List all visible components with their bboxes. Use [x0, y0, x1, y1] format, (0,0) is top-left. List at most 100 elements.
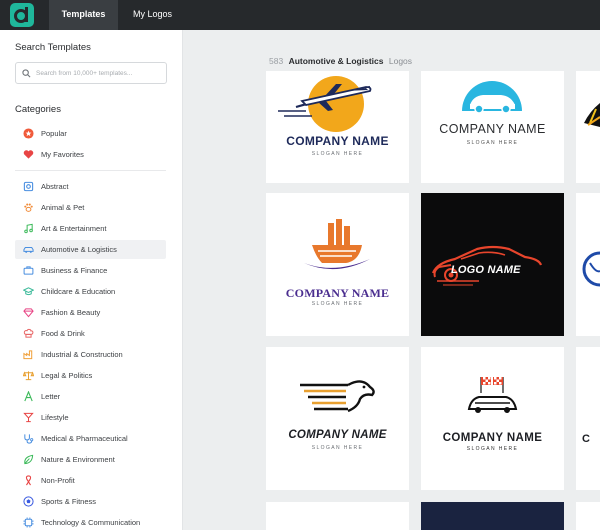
- logo-template-card[interactable]: [421, 502, 564, 530]
- category-lifestyle[interactable]: Lifestyle: [15, 408, 166, 427]
- category-my-favorites[interactable]: My Favorites: [15, 145, 166, 164]
- racing-flags-car-logo-icon: [467, 377, 518, 413]
- letter-a-icon: [24, 391, 33, 402]
- card-company-name: COMPANY NAME: [442, 432, 543, 444]
- category-label: Lifestyle: [41, 413, 69, 422]
- card-company-name: LOGO NAME: [451, 264, 521, 276]
- card-company-name: COMPANY NAME: [288, 429, 387, 441]
- cocktail-icon: [23, 412, 34, 423]
- category-childcare-education[interactable]: Childcare & Education: [15, 282, 166, 301]
- category-nature-environment[interactable]: Nature & Environment: [15, 450, 166, 469]
- card-company-name: COMPANY NAME: [286, 134, 389, 148]
- speed-eagle-logo-icon: [300, 380, 375, 413]
- card-company-name: COMPANY NAME: [285, 286, 390, 300]
- logo-template-card[interactable]: [576, 193, 600, 336]
- star-badge-icon: [23, 128, 34, 139]
- stethoscope-icon: [24, 434, 34, 444]
- logo-template-card[interactable]: [576, 502, 600, 530]
- diamond-icon: [23, 308, 34, 318]
- category-label: Sports & Fitness: [41, 497, 97, 506]
- category-label: Animal & Pet: [41, 203, 85, 212]
- category-label: Popular: [41, 129, 67, 138]
- category-sports-fitness[interactable]: Sports & Fitness: [15, 492, 166, 511]
- results-category: Automotive & Logistics: [288, 56, 384, 66]
- category-label: Non-Profit: [41, 476, 75, 485]
- chip-icon: [23, 517, 34, 528]
- category-label: Fashion & Beauty: [41, 308, 101, 317]
- road-logo-partial-icon: [584, 103, 600, 127]
- card-slogan: SLOGAN HERE: [311, 151, 364, 157]
- category-label: Letter: [41, 392, 61, 401]
- category-label: Art & Entertainment: [41, 224, 107, 233]
- category-label: Medical & Pharmaceutical: [41, 434, 128, 443]
- logo-template-card[interactable]: COMPANY NAME SLOGAN HERE: [421, 71, 564, 183]
- category-food-drink[interactable]: Food & Drink: [15, 324, 166, 343]
- tab-templates[interactable]: Templates: [49, 0, 118, 30]
- category-label: Automotive & Logistics: [41, 245, 117, 254]
- logo-template-card[interactable]: C: [576, 347, 600, 490]
- category-popular[interactable]: Popular: [15, 124, 166, 143]
- category-medical-pharmaceutical[interactable]: Medical & Pharmaceutical: [15, 429, 166, 448]
- logo-template-card[interactable]: COMPANY NAME SLOGAN HERE: [266, 347, 409, 490]
- category-label: Industrial & Construction: [41, 350, 123, 359]
- search-input[interactable]: [36, 66, 164, 80]
- logo-template-card[interactable]: [576, 71, 600, 183]
- ribbon-icon: [25, 475, 32, 486]
- cargo-ship-logo-icon: [304, 219, 370, 270]
- card-slogan: SLOGAN HERE: [466, 446, 519, 452]
- category-label: Business & Finance: [41, 266, 108, 275]
- category-business-finance[interactable]: Business & Finance: [15, 261, 166, 280]
- template-search-box[interactable]: [15, 62, 167, 84]
- scales-icon: [23, 371, 34, 381]
- categories-heading: Categories: [15, 104, 61, 115]
- category-label: Nature & Environment: [41, 455, 115, 464]
- globe-logo-partial-icon: [582, 251, 600, 287]
- category-animal-pet[interactable]: Animal & Pet: [15, 198, 166, 217]
- briefcase-icon: [23, 266, 34, 275]
- category-label: Childcare & Education: [41, 287, 116, 296]
- category-art-entertainment[interactable]: Art & Entertainment: [15, 219, 166, 238]
- logo-template-card[interactable]: LOGO NAME: [421, 193, 564, 336]
- card-slogan: SLOGAN HERE: [466, 140, 519, 146]
- category-label: Abstract: [41, 182, 69, 191]
- category-industrial-construction[interactable]: Industrial & Construction: [15, 345, 166, 364]
- soccer-ball-icon: [23, 496, 34, 507]
- category-fashion-beauty[interactable]: Fashion & Beauty: [15, 303, 166, 322]
- paw-icon: [24, 203, 33, 212]
- category-non-profit[interactable]: Non-Profit: [15, 471, 166, 490]
- sidebar: Search Templates Categories Popular My F…: [0, 30, 183, 530]
- main-content: 583 Automotive & Logistics Logos COMPANY…: [184, 30, 600, 530]
- tab-my-logos[interactable]: My Logos: [121, 0, 184, 30]
- top-navigation-bar: Templates My Logos: [0, 0, 600, 30]
- abstract-shapes-icon: [23, 181, 34, 192]
- card-slogan: SLOGAN HERE: [311, 301, 364, 307]
- category-divider: [15, 170, 166, 171]
- logo-template-card[interactable]: COMPANY NAME SLOGAN HERE: [266, 71, 409, 183]
- logo-template-card[interactable]: COMPANY NAME SLOGAN HERE: [421, 347, 564, 490]
- graduation-cap-icon: [23, 287, 34, 296]
- logo-template-card[interactable]: [266, 502, 409, 530]
- heart-icon: [23, 150, 34, 159]
- category-automotive-logistics[interactable]: Automotive & Logistics: [15, 240, 166, 259]
- app-logo-icon[interactable]: [10, 3, 34, 27]
- car-icon: [23, 246, 34, 253]
- results-count: 583: [269, 56, 284, 66]
- airplane-sun-logo-icon: [278, 76, 372, 132]
- category-label: Technology & Communication: [41, 518, 141, 527]
- category-letter[interactable]: Letter: [15, 387, 166, 406]
- card-company-name: C: [582, 433, 590, 445]
- category-legal-politics[interactable]: Legal & Politics: [15, 366, 166, 385]
- results-suffix: Logos: [388, 56, 413, 66]
- category-abstract[interactable]: Abstract: [15, 177, 166, 196]
- search-templates-heading: Search Templates: [15, 42, 91, 53]
- category-label: Food & Drink: [41, 329, 85, 338]
- chef-hat-icon: [23, 328, 34, 338]
- card-company-name: COMPANY NAME: [439, 122, 546, 136]
- category-label: My Favorites: [41, 150, 84, 159]
- leaf-icon: [24, 454, 34, 465]
- card-slogan: SLOGAN HERE: [311, 445, 364, 451]
- category-technology-communication[interactable]: Technology & Communication: [15, 513, 166, 530]
- logo-template-card[interactable]: COMPANY NAME SLOGAN HERE: [266, 193, 409, 336]
- search-icon: [22, 69, 31, 78]
- factory-icon: [23, 350, 33, 360]
